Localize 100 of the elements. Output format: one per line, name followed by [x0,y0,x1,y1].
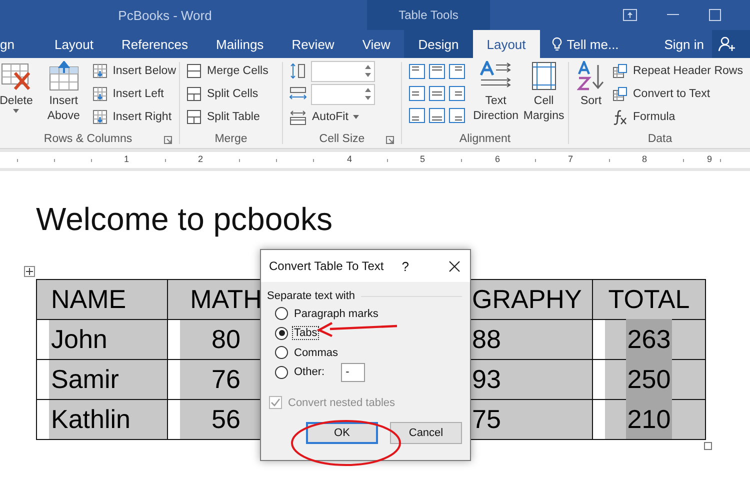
align-button-icon[interactable] [449,64,465,79]
ribbon-tab[interactable]: References [108,30,202,58]
align-button-icon[interactable] [429,108,445,123]
ribbon-tab[interactable]: Layout [472,30,540,58]
sign-in-link[interactable]: Sign in [664,30,712,58]
table-move-handle-icon[interactable] [24,266,35,277]
table-cell: 250 [626,359,672,399]
table-insert-icon [92,86,108,102]
text-direction-button[interactable]: Text Direction [472,61,520,130]
align-button-icon[interactable] [429,86,445,101]
ruler-number: 1 [123,154,130,164]
context-title: Table Tools [398,8,458,22]
group-label: Merge [214,133,248,145]
align-button-icon[interactable] [429,64,445,79]
radio-label[interactable]: Other: [292,365,327,380]
ribbon-button[interactable]: Formula [612,107,743,127]
radio-button[interactable] [275,307,288,320]
column-width-icon [289,86,307,102]
sort-icon [577,61,605,91]
radio-label[interactable]: Tabs [292,326,320,340]
cell-margins-button[interactable]: Cell Margins [522,61,565,130]
height-field[interactable] [311,60,375,82]
table-cell: 263 [626,319,672,359]
table-resize-handle-icon[interactable] [704,442,712,450]
autofit-button[interactable]: AutoFit [289,107,375,127]
insert-above-icon [48,61,79,91]
group-label: Alignment [459,133,511,145]
table-cells-icon [186,86,202,102]
row-height-icon [289,63,307,79]
dialog-button[interactable]: OK [306,422,378,444]
delete-button[interactable]: Delete [0,61,35,130]
share-button[interactable] [712,30,750,58]
align-button-icon[interactable] [409,64,425,79]
ribbon-button[interactable]: Split Cells [186,84,268,104]
table-insert-icon [92,109,108,125]
align-button-icon[interactable] [449,108,465,123]
ribbon-tab[interactable]: gn [0,30,40,58]
function-icon [612,109,628,125]
align-button-icon[interactable] [409,86,425,101]
table-cells-icon [186,109,202,125]
ribbon-button[interactable]: Insert Left [92,84,176,104]
spinner-arrows-icon [365,86,371,100]
group-label: Data [648,133,672,145]
table-document-icon [612,86,628,102]
table-header-cell: TOTAL [592,280,706,320]
table-header-cell: NAME [36,280,168,320]
help-button[interactable]: ? [402,258,409,274]
cell-margins-icon [530,61,557,91]
table-cells-icon [186,63,202,79]
caret-icon [13,109,20,113]
ribbon-display-icon[interactable] [623,9,637,21]
radio-button[interactable] [275,326,288,340]
ruler-number: 6 [494,154,502,164]
autofit-icon [289,109,307,125]
group-label: Cell Size [319,133,365,145]
ribbon-button[interactable]: Split Table [186,107,268,127]
ribbon-button[interactable]: Repeat Header Rows [612,61,743,81]
table-document-icon [612,63,628,79]
insert-above-button[interactable]: Insert Above [42,61,86,130]
sort-button[interactable]: Sort [576,61,606,130]
minimize-icon[interactable] [667,14,679,16]
ribbon-tab[interactable]: Review [278,30,348,58]
ribbon-button[interactable]: Insert Right [92,107,176,127]
radio-button[interactable] [275,366,288,379]
ruler-number: 8 [641,154,648,164]
caret-icon [353,115,360,119]
ribbon-button[interactable]: Convert to Text [612,84,743,104]
window-title: PcBooks - Word [117,8,213,22]
maximize-icon[interactable] [709,9,721,21]
document-heading: Welcome to pcbooks [35,200,334,238]
ribbon-tab[interactable]: Mailings [202,30,278,58]
ruler-number: 9 [706,154,714,164]
table-cell: John [36,320,168,360]
ribbon-tab[interactable]: View [348,30,404,58]
table-cell: 210 [626,399,672,439]
ruler-number: 7 [567,154,574,164]
radio-label[interactable]: Paragraph marks [292,306,380,321]
align-button-icon[interactable] [409,108,425,123]
other-input-field[interactable]: - [340,362,365,382]
dialog-launcher-icon[interactable] [164,136,172,144]
ruler-number: 2 [197,154,204,164]
radio-button[interactable] [275,346,288,360]
ribbon-button[interactable]: Insert Below [92,61,176,81]
lightbulb-icon [552,37,562,51]
ruler-number: 5 [419,154,426,164]
ribbon-tab[interactable]: Design [404,30,473,58]
table-cell: Kathlin [36,400,168,440]
tell-me-field[interactable]: Tell me... [552,30,619,58]
table-cell: Samir [36,360,168,400]
dialog-launcher-icon[interactable] [386,136,394,144]
spinner-arrows-icon [365,64,371,78]
dialog-title: Convert Table To Text [269,259,385,273]
dialog-button[interactable]: Cancel [390,422,462,444]
ribbon-button[interactable]: Merge Cells [186,61,268,81]
ribbon-tab[interactable]: Layout [40,30,108,58]
width-field[interactable] [311,84,375,104]
radio-label[interactable]: Commas [292,346,340,360]
table-insert-icon [92,63,108,79]
close-icon[interactable] [449,260,460,272]
align-button-icon[interactable] [449,86,465,101]
